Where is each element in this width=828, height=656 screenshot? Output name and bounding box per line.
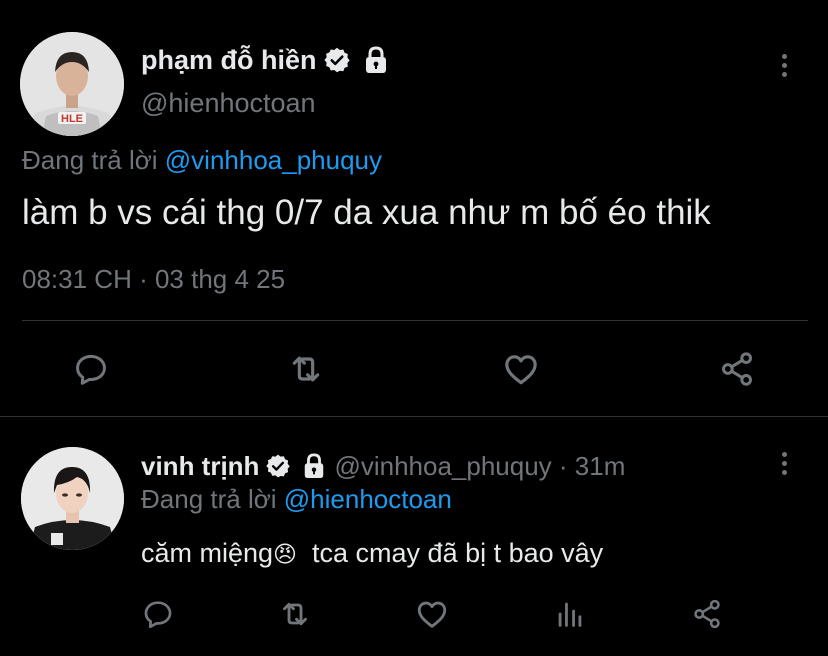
like-button[interactable] <box>498 346 544 392</box>
reply-icon <box>76 354 106 385</box>
lock-icon <box>302 453 326 479</box>
reply-name-row: vinh trịnh @vinhhoa_phuquy · 31m <box>141 449 625 483</box>
retweet-icon <box>283 602 307 626</box>
main-handle[interactable]: @hienhoctoan <box>141 88 316 119</box>
more-options-icon[interactable] <box>782 452 787 475</box>
views-icon <box>558 602 582 627</box>
main-timestamp[interactable]: 08:31 CH · 03 thg 4 25 <box>22 264 285 295</box>
share-icon <box>694 599 720 629</box>
reply-prefix: Đang trả lời <box>141 484 284 514</box>
more-options-icon[interactable] <box>782 54 787 77</box>
jersey-text: HLE <box>61 113 83 125</box>
main-divider-top <box>22 320 808 321</box>
like-button[interactable] <box>412 594 452 634</box>
reply-text-part-1: căm miệng <box>141 538 274 568</box>
reply-button[interactable] <box>68 346 114 392</box>
share-icon <box>722 352 752 386</box>
retweet-button[interactable] <box>283 346 329 392</box>
retweet-icon <box>292 356 320 382</box>
reply-display-name[interactable]: vinh trịnh <box>141 451 259 482</box>
reply-tweet-text: căm miệng😠 tca cmay đã bị t bao vây <box>141 538 603 569</box>
share-button[interactable] <box>687 594 727 634</box>
verified-badge-icon <box>323 46 351 74</box>
main-divider-bottom <box>0 416 828 417</box>
reply-mention-link[interactable]: @hienhoctoan <box>284 484 452 514</box>
heart-icon <box>417 601 447 628</box>
reply-text-part-2: tca cmay đã bị t bao vây <box>297 538 604 568</box>
reply-button[interactable] <box>138 594 178 634</box>
retweet-button[interactable] <box>275 594 315 634</box>
reply-icon <box>144 601 172 629</box>
main-tweet-text: làm b vs cái thg 0/7 da xua như m bố éo … <box>22 193 711 232</box>
reply-prefix: Đang trả lời <box>22 145 165 175</box>
main-name-row: phạm đỗ hiền <box>141 42 389 78</box>
share-button[interactable] <box>714 346 760 392</box>
angry-face-emoji: 😠 <box>273 541 298 567</box>
lock-icon <box>363 46 389 74</box>
reply-handle-time[interactable]: @vinhhoa_phuquy · 31m <box>334 451 625 482</box>
verified-badge-icon <box>265 453 291 479</box>
main-display-name[interactable]: phạm đỗ hiền <box>141 45 317 76</box>
reply-avatar[interactable] <box>21 447 124 550</box>
main-replying-to: Đang trả lời @vinhhoa_phuquy <box>22 145 382 176</box>
views-button[interactable] <box>550 594 590 634</box>
main-avatar[interactable]: HLE <box>20 32 124 136</box>
heart-icon <box>505 355 537 385</box>
reply-replying-to: Đang trả lời @hienhoctoan <box>141 484 452 515</box>
reply-mention-link[interactable]: @vinhhoa_phuquy <box>165 145 382 175</box>
